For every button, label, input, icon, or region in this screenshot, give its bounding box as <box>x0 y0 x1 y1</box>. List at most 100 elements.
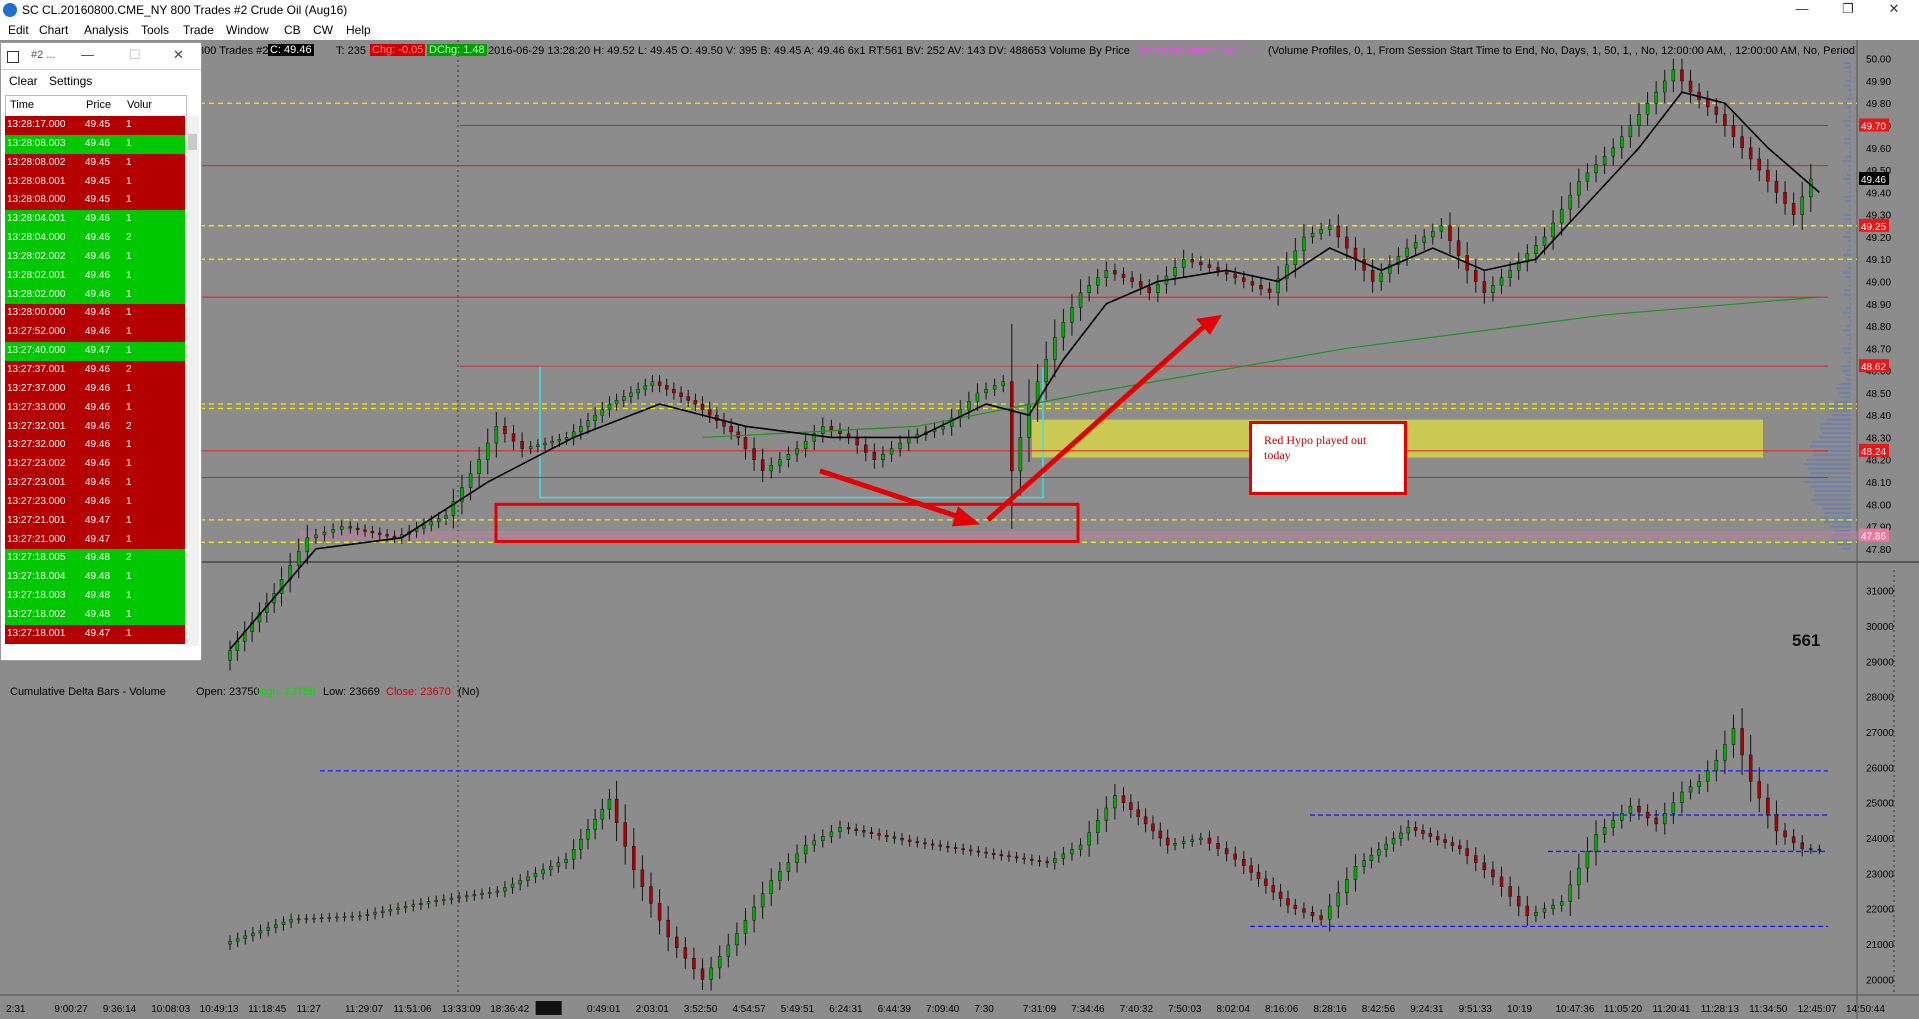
ts-cell-vol: 1 <box>126 250 132 262</box>
price-candle <box>743 437 748 449</box>
ts-clear-button[interactable]: Clear <box>9 74 38 88</box>
time-and-sales-window[interactable]: #2 ... — ☐ ✕ Clear Settings Time Price V… <box>0 42 202 661</box>
delta-candle <box>854 828 858 831</box>
delta-candle <box>503 887 507 892</box>
delta-high: High: 23750 <box>256 686 316 698</box>
t-info: T: 235 <box>336 45 366 57</box>
ts-row[interactable]: 13:27:40.000 49.47 1 <box>5 342 185 361</box>
price-chart-svg[interactable]: 50.0049.9049.8049.7049.6049.5049.4049.30… <box>0 40 1919 1019</box>
price-candle <box>494 426 499 444</box>
close-button[interactable]: ✕ <box>1871 0 1917 20</box>
annotation-note[interactable]: Red Hypo played out today <box>1249 421 1407 495</box>
ts-row[interactable]: 13:27:52.000 49.46 1 <box>5 323 185 343</box>
ts-row[interactable]: 13:27:23.002 49.46 1 <box>5 455 185 475</box>
ts-row[interactable]: 13:28:04.000 49.46 2 <box>5 229 185 248</box>
ts-scrollbar[interactable] <box>185 116 199 646</box>
volume-profile-bar <box>1844 289 1851 292</box>
ts-row[interactable]: 13:27:18.005 49.48 2 <box>5 549 185 569</box>
delta-candle <box>304 918 309 920</box>
chart-area[interactable]: 50.0049.9049.8049.7049.6049.5049.4049.30… <box>0 40 1919 1019</box>
menu-edit[interactable]: Edit <box>8 23 29 37</box>
delta-candle <box>1061 853 1066 859</box>
ts-row[interactable]: 13:28:08.001 49.45 1 <box>5 172 185 192</box>
minimize-button[interactable]: — <box>1779 0 1825 20</box>
ts-row[interactable]: 13:28:04.001 49.46 1 <box>5 210 185 230</box>
volume-profile-bar <box>1843 218 1851 221</box>
col-volume[interactable]: Volur <box>127 99 152 111</box>
ts-row[interactable]: 13:27:33.000 49.46 1 <box>5 398 185 418</box>
ts-row[interactable]: 13:27:18.001 49.47 1 <box>5 624 185 644</box>
delta-candle <box>991 853 996 855</box>
delta-candle <box>1602 827 1607 835</box>
delta-candle <box>915 841 920 843</box>
ts-row[interactable]: 13:27:18.004 49.48 1 <box>5 568 185 588</box>
delta-candle <box>342 916 347 918</box>
volume-profile-bar <box>1847 316 1851 319</box>
ts-cell-vol: 1 <box>126 156 132 168</box>
ts-row[interactable]: 13:27:32.001 49.46 2 <box>5 417 185 437</box>
delta-candle <box>373 912 377 915</box>
col-price[interactable]: Price <box>86 99 111 111</box>
ts-row[interactable]: 13:28:00.000 49.46 1 <box>5 304 185 324</box>
delta-candle <box>735 933 739 946</box>
ts-row[interactable]: 13:28:17.000 49.45 1 <box>5 116 185 135</box>
ts-row[interactable]: 13:27:18.002 49.48 1 <box>5 605 185 625</box>
price-candle <box>1740 136 1744 149</box>
ts-toolbar: Clear Settings <box>1 71 201 91</box>
volume-profile-bar <box>1819 427 1851 430</box>
volume-profile-bar <box>1841 365 1851 368</box>
ts-row[interactable]: 13:28:08.002 49.45 1 <box>5 153 185 173</box>
price-candle <box>1766 169 1770 182</box>
ts-cell-price: 49.46 <box>85 382 111 394</box>
menu-window[interactable]: Window <box>226 23 269 37</box>
menu-analysis[interactable]: Analysis <box>84 23 129 37</box>
delta-candle <box>1525 905 1530 917</box>
col-time[interactable]: Time <box>10 99 34 111</box>
menu-help[interactable]: Help <box>346 23 371 37</box>
delta-candle <box>1345 879 1349 894</box>
ts-row[interactable]: 13:27:23.000 49.46 1 <box>5 492 185 512</box>
ts-row[interactable]: 13:28:08.003 49.46 1 <box>5 134 185 154</box>
price-candle <box>1671 69 1676 82</box>
price-candle <box>1353 247 1358 260</box>
volume-profile-bar <box>1810 472 1851 475</box>
ts-row[interactable]: 13:27:23.001 49.46 1 <box>5 474 185 493</box>
delta-candle <box>786 862 791 872</box>
ts-minimize-icon[interactable]: — <box>81 47 94 62</box>
delta-candle <box>1435 836 1440 840</box>
menu-cw[interactable]: CW <box>313 23 333 37</box>
delta-candle <box>251 932 255 937</box>
menu-trade[interactable]: Trade <box>183 23 214 37</box>
menu-chart[interactable]: Chart <box>39 23 68 37</box>
ts-settings-button[interactable]: Settings <box>49 74 92 88</box>
ts-row[interactable]: 13:27:18.003 49.48 1 <box>5 587 185 606</box>
ts-close-icon[interactable]: ✕ <box>173 47 184 63</box>
menu-tools[interactable]: Tools <box>141 23 169 37</box>
delta-candle <box>1207 837 1212 844</box>
menu-cb[interactable]: CB <box>284 23 301 37</box>
delta-tick-label: 26000 <box>1866 763 1894 774</box>
ts-row[interactable]: 13:28:08.000 49.45 1 <box>5 191 185 211</box>
delta-candle <box>396 907 400 910</box>
volume-profile-bar <box>1849 284 1851 287</box>
time-tick-label: 2:31 <box>6 1004 26 1015</box>
ts-row[interactable]: 13:27:21.000 49.47 1 <box>5 530 185 550</box>
ts-row[interactable]: 13:27:32.000 49.46 1 <box>5 436 185 456</box>
ts-row[interactable]: 13:27:21.001 49.47 1 <box>5 511 185 531</box>
price-candle <box>370 531 375 534</box>
price-candle <box>693 400 698 405</box>
ts-row[interactable]: 13:28:02.002 49.46 1 <box>5 247 185 267</box>
delta-candle <box>274 924 278 928</box>
price-candle <box>967 401 971 410</box>
ts-row[interactable]: 13:28:02.001 49.46 1 <box>5 266 185 286</box>
ts-scroll-thumb[interactable] <box>188 134 197 150</box>
delta-candle <box>1151 823 1155 832</box>
ts-row[interactable]: 13:27:37.001 49.46 2 <box>5 360 185 380</box>
volume-profile-bar <box>1849 209 1851 212</box>
price-candle <box>550 440 554 444</box>
restore-button[interactable]: ❐ <box>1825 0 1871 20</box>
ts-maximize-icon[interactable]: ☐ <box>129 47 141 63</box>
ts-row[interactable]: 13:27:37.000 49.46 1 <box>5 379 185 399</box>
ts-row[interactable]: 13:28:02.000 49.46 1 <box>5 285 185 305</box>
ts-cell-price: 49.47 <box>85 345 111 357</box>
